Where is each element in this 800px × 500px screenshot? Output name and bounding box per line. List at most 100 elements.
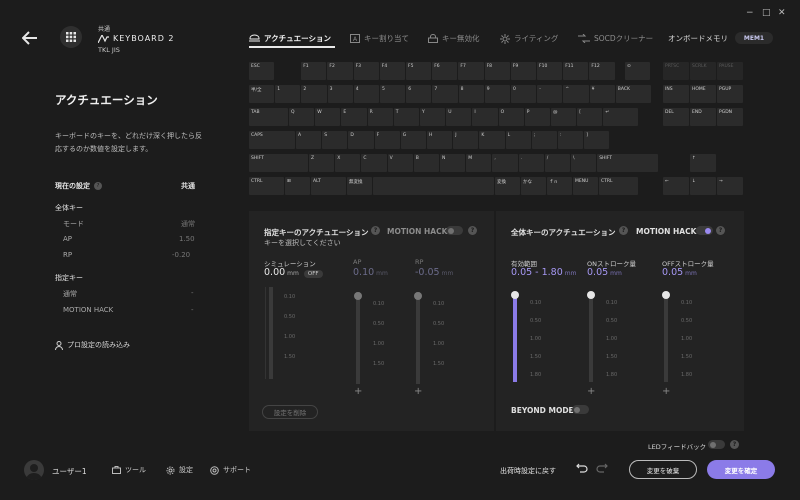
key[interactable]: HOME	[690, 85, 716, 103]
help-icon[interactable]: ?	[468, 226, 477, 235]
key[interactable]: :	[558, 131, 584, 149]
global-motion-hack-toggle[interactable]	[696, 226, 713, 235]
key[interactable]: F2	[327, 62, 353, 80]
range-slider-handle[interactable]	[511, 291, 519, 299]
key[interactable]: C	[361, 154, 387, 172]
help-icon[interactable]: ?	[94, 182, 102, 190]
key[interactable]: M	[466, 154, 492, 172]
key[interactable]: F4	[379, 62, 405, 80]
help-icon[interactable]: ?	[371, 226, 380, 235]
ap-slider-track[interactable]	[356, 292, 360, 384]
key[interactable]: F7	[458, 62, 484, 80]
key[interactable]: SCRLK	[690, 62, 716, 80]
key[interactable]: 5	[380, 85, 406, 103]
key[interactable]: PGDN	[717, 108, 743, 126]
ap-slider-handle[interactable]	[354, 292, 362, 300]
key[interactable]: ⊙	[625, 62, 651, 80]
key[interactable]: K	[479, 131, 505, 149]
key[interactable]: F9	[510, 62, 536, 80]
key[interactable]: F3	[353, 62, 379, 80]
key[interactable]: PGUP	[717, 85, 743, 103]
key[interactable]: E	[341, 108, 367, 126]
off-stroke-slider-handle[interactable]	[662, 291, 670, 299]
key[interactable]: MENU	[573, 177, 598, 195]
key[interactable]: O	[498, 108, 524, 126]
led-feedback-toggle[interactable]	[708, 440, 725, 449]
key[interactable]: Q	[289, 108, 315, 126]
key[interactable]: ⊞	[285, 177, 310, 195]
key[interactable]: ←	[663, 177, 689, 195]
key[interactable]: INS	[663, 85, 689, 103]
key[interactable]: U	[446, 108, 472, 126]
key[interactable]: CTRL	[599, 177, 638, 195]
key[interactable]: F12	[589, 62, 615, 80]
key[interactable]: \	[571, 154, 597, 172]
key[interactable]: F1	[301, 62, 327, 80]
key[interactable]: ^	[563, 85, 589, 103]
key[interactable]: [	[577, 108, 603, 126]
key[interactable]: N	[440, 154, 466, 172]
key[interactable]: ]	[584, 131, 610, 149]
back-arrow-icon[interactable]	[21, 31, 38, 47]
key[interactable]: ALT	[311, 177, 346, 195]
key[interactable]: 3	[327, 85, 353, 103]
key[interactable]: ,	[492, 154, 518, 172]
key[interactable]: ｆｎ	[547, 177, 572, 195]
undo-icon[interactable]	[576, 463, 588, 475]
key[interactable]: X	[335, 154, 361, 172]
key[interactable]: 1	[275, 85, 301, 103]
delete-settings-button[interactable]: 設定を削除	[262, 405, 318, 419]
device-icon[interactable]	[60, 26, 82, 48]
key[interactable]: SHIFT	[249, 154, 308, 172]
confirm-changes-button[interactable]: 変更を確定	[707, 460, 775, 479]
rp-slider-handle[interactable]	[414, 292, 422, 300]
key[interactable]: 9	[484, 85, 510, 103]
support-link[interactable]: サポート	[210, 465, 251, 475]
on-stroke-increment-button[interactable]: +	[587, 386, 595, 397]
redo-icon[interactable]	[596, 463, 608, 475]
key[interactable]: H	[427, 131, 453, 149]
help-icon[interactable]: ?	[730, 440, 739, 449]
key[interactable]: S	[322, 131, 348, 149]
key[interactable]: ↓	[690, 177, 716, 195]
key[interactable]: ↑	[690, 154, 716, 172]
off-stroke-slider-track[interactable]	[664, 294, 668, 382]
key[interactable]: ;	[531, 131, 557, 149]
tab-lighting[interactable]: ライティング	[500, 33, 558, 44]
on-stroke-slider-track[interactable]	[589, 294, 593, 382]
key[interactable]: .	[518, 154, 544, 172]
key[interactable]: 無変換	[347, 177, 372, 195]
beyond-mode-toggle[interactable]	[572, 405, 589, 414]
tab-key-disable[interactable]: キー無効化	[428, 33, 480, 44]
key[interactable]: END	[690, 108, 716, 126]
key[interactable]: /	[544, 154, 570, 172]
key[interactable]: W	[315, 108, 341, 126]
key[interactable]: 8	[458, 85, 484, 103]
tab-onboard-memory[interactable]: オンボードメモリ	[668, 33, 728, 44]
key[interactable]: -	[537, 85, 563, 103]
key[interactable]: 半/全	[249, 85, 275, 103]
key[interactable]: V	[387, 154, 413, 172]
settings-link[interactable]: 設定	[166, 465, 193, 475]
key[interactable]: →	[717, 177, 743, 195]
key[interactable]: 7	[432, 85, 458, 103]
key[interactable]: SHIFT	[597, 154, 658, 172]
tools-link[interactable]: ツール	[112, 465, 146, 475]
key[interactable]: B	[413, 154, 439, 172]
rp-slider-track[interactable]	[416, 292, 420, 384]
tab-key-assign[interactable]: A キー割り当て	[350, 33, 409, 44]
minimize-button[interactable]: −	[746, 8, 754, 18]
close-button[interactable]: ✕	[778, 8, 786, 18]
ap-increment-button[interactable]: +	[354, 386, 362, 397]
key[interactable]: L	[505, 131, 531, 149]
pro-settings-link[interactable]: プロ設定の読み込み	[55, 340, 130, 350]
key[interactable]: F5	[406, 62, 432, 80]
key[interactable]: T	[393, 108, 419, 126]
key[interactable]: F6	[432, 62, 458, 80]
maximize-button[interactable]: □	[762, 8, 771, 18]
user-name[interactable]: ユーザー1	[52, 466, 87, 477]
key[interactable]: A	[296, 131, 322, 149]
key[interactable]: F11	[563, 62, 589, 80]
key[interactable]: J	[453, 131, 479, 149]
discard-changes-button[interactable]: 変更を破棄	[629, 460, 697, 479]
